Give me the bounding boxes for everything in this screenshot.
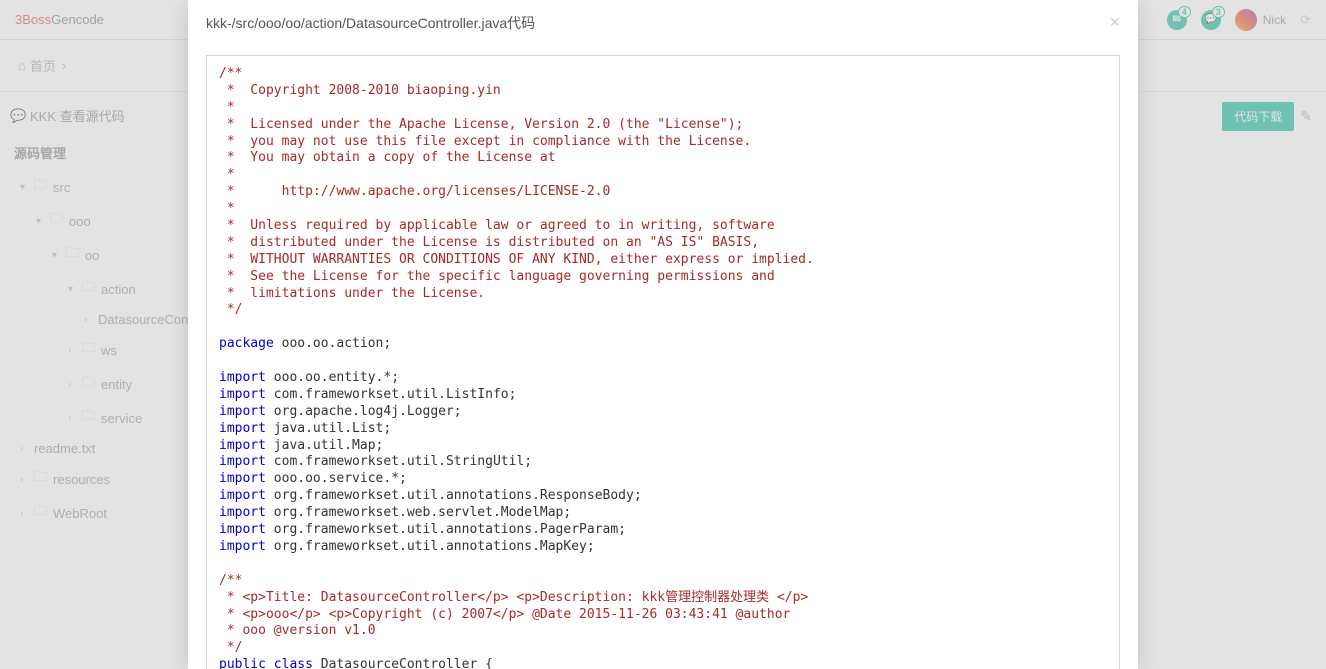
modal-body: /** * Copyright 2008-2010 biaoping.yin *… xyxy=(188,45,1138,669)
code-modal: kkk-/src/ooo/oo/action/DatasourceControl… xyxy=(188,0,1138,669)
code-viewer[interactable]: /** * Copyright 2008-2010 biaoping.yin *… xyxy=(206,55,1120,669)
close-icon[interactable]: × xyxy=(1109,12,1120,33)
modal-header: kkk-/src/ooo/oo/action/DatasourceControl… xyxy=(188,0,1138,45)
modal-title: kkk-/src/ooo/oo/action/DatasourceControl… xyxy=(206,13,535,33)
modal-backdrop[interactable]: kkk-/src/ooo/oo/action/DatasourceControl… xyxy=(0,0,1326,669)
